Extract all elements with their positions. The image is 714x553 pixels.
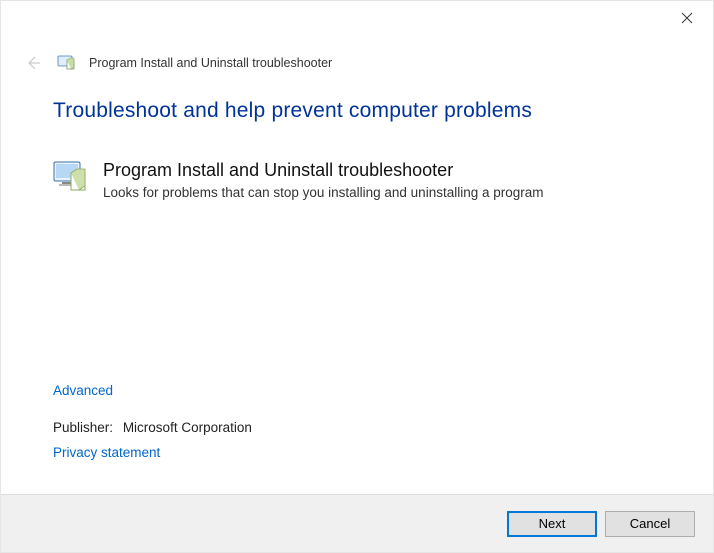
- publisher-name: Microsoft Corporation: [123, 420, 252, 435]
- footer: Next Cancel: [1, 494, 713, 552]
- bottom-links: Advanced Publisher: Microsoft Corporatio…: [53, 383, 252, 460]
- troubleshooter-item: Program Install and Uninstall troublesho…: [53, 159, 661, 202]
- troubleshooter-item-icon: [53, 159, 89, 195]
- close-button[interactable]: [681, 11, 697, 27]
- wizard-header: Program Install and Uninstall troublesho…: [1, 39, 713, 91]
- header-title: Program Install and Uninstall troublesho…: [89, 56, 332, 70]
- titlebar: [1, 1, 713, 39]
- monitor-box-icon: [53, 159, 89, 195]
- content-area: Troubleshoot and help prevent computer p…: [1, 91, 713, 202]
- cancel-button[interactable]: Cancel: [605, 511, 695, 537]
- header-app-icon: [57, 54, 75, 72]
- privacy-link[interactable]: Privacy statement: [53, 445, 160, 460]
- advanced-link[interactable]: Advanced: [53, 383, 252, 398]
- back-arrow-icon: [25, 55, 41, 71]
- troubleshooter-item-description: Looks for problems that can stop you ins…: [103, 184, 544, 202]
- troubleshooter-item-title: Program Install and Uninstall troublesho…: [103, 159, 544, 182]
- next-button[interactable]: Next: [507, 511, 597, 537]
- back-button[interactable]: [23, 53, 43, 73]
- close-icon: [681, 12, 693, 24]
- publisher-label: Publisher:: [53, 420, 113, 435]
- page-heading: Troubleshoot and help prevent computer p…: [53, 99, 661, 123]
- monitor-icon: [57, 54, 75, 72]
- publisher-row: Publisher: Microsoft Corporation: [53, 420, 252, 435]
